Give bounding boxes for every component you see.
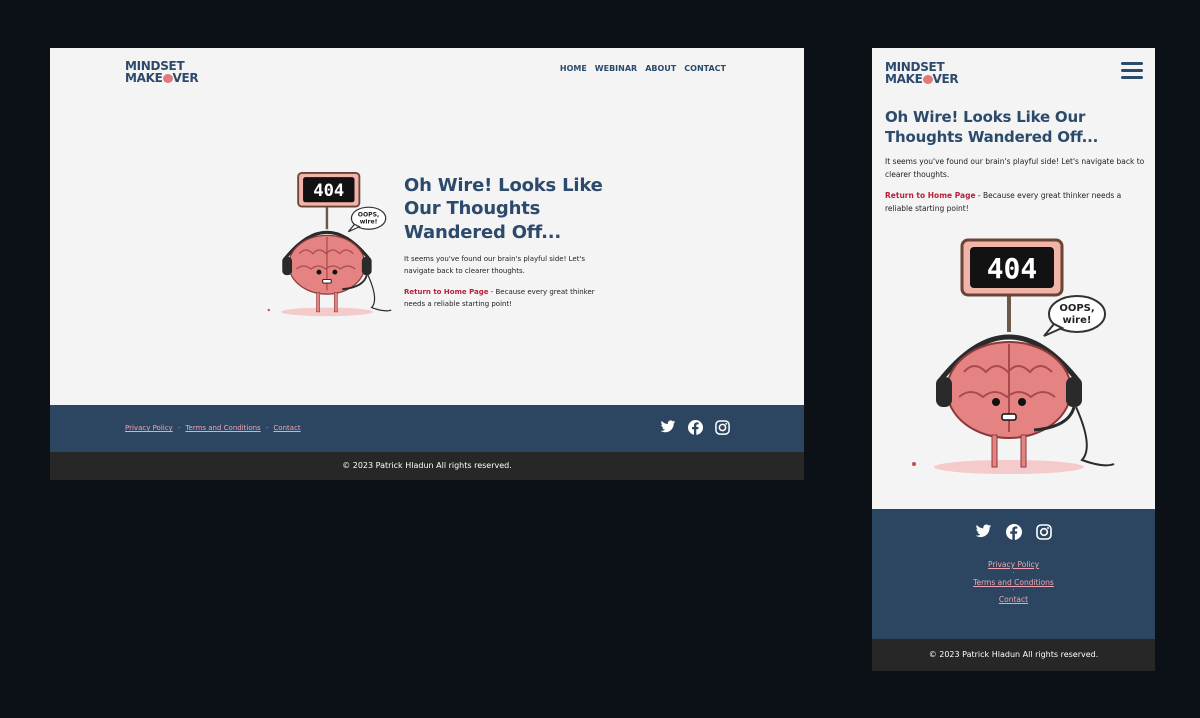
terms-link[interactable]: Terms and Conditions (872, 578, 1155, 587)
svg-text:OOPS,: OOPS, (1059, 303, 1094, 314)
nav-home[interactable]: HOME (560, 64, 587, 73)
twitter-icon[interactable] (975, 524, 992, 540)
terms-link[interactable]: Terms and Conditions (185, 424, 260, 432)
nav-about[interactable]: ABOUT (645, 64, 676, 73)
return-paragraph: Return to Home Page - Because every grea… (404, 288, 595, 308)
error-message: It seems you've found our brain's playfu… (404, 255, 586, 275)
svg-text:wire!: wire! (1063, 315, 1092, 326)
copyright-bar: © 2023 Patrick Hladun All rights reserve… (872, 639, 1155, 671)
instagram-icon[interactable] (1036, 524, 1052, 540)
footer-separator: · (177, 424, 181, 432)
site-logo[interactable]: MINDSET MAKE VER (125, 60, 199, 84)
footer-links: Privacy Policy · Terms and Conditions · … (872, 561, 1155, 604)
brain-logo-icon (162, 74, 173, 83)
svg-text:OOPS,: OOPS, (358, 211, 380, 218)
copyright-bar: © 2023 Patrick Hladun All rights reserve… (50, 452, 804, 480)
contact-link[interactable]: Contact (872, 596, 1155, 604)
error-content: Oh Wire! Looks Like Our Thoughts Wandere… (885, 108, 1147, 216)
social-links (872, 524, 1155, 540)
nav-webinar[interactable]: WEBINAR (595, 64, 637, 73)
error-title: Oh Wire! Looks Like Our Thoughts Wandere… (404, 175, 603, 243)
site-footer: Privacy Policy · Terms and Conditions · … (872, 509, 1155, 639)
site-logo[interactable]: MINDSET MAKE VER (885, 61, 959, 85)
sign-404-text: 404 (987, 252, 1038, 285)
site-footer: Privacy Policy · Terms and Conditions · … (50, 405, 804, 452)
desktop-preview: MINDSET MAKE VER HOME WEBINAR ABOUT CONTA… (50, 48, 804, 480)
instagram-icon[interactable] (715, 420, 730, 435)
footer-separator: · (265, 424, 269, 432)
privacy-policy-link[interactable]: Privacy Policy (872, 561, 1155, 569)
footer-links: Privacy Policy · Terms and Conditions · … (125, 424, 301, 432)
brain-404-illustration: 404 OOPS, wire! (904, 232, 1124, 477)
brain-404-illustration: 404 OOPS, wire! (260, 168, 400, 318)
error-message: It seems you've found our brain's playfu… (885, 157, 1145, 180)
mobile-preview: MINDSET MAKE VER Oh Wire! Looks Like Our … (872, 48, 1155, 671)
brain-logo-icon (922, 75, 933, 84)
main-nav: HOME WEBINAR ABOUT CONTACT (560, 64, 726, 73)
return-paragraph: Return to Home Page - Because every grea… (885, 191, 1122, 214)
sign-404-text: 404 (313, 181, 344, 201)
twitter-icon[interactable] (660, 420, 676, 435)
site-header: MINDSET MAKE VER HOME WEBINAR ABOUT CONTA… (50, 48, 804, 92)
hamburger-menu-icon[interactable] (1121, 62, 1143, 80)
nav-contact[interactable]: CONTACT (684, 64, 726, 73)
error-title: Oh Wire! Looks Like Our Thoughts Wandere… (885, 108, 1099, 146)
return-home-link[interactable]: Return to Home Page (404, 288, 489, 296)
error-content: Oh Wire! Looks Like Our Thoughts Wandere… (404, 174, 604, 310)
privacy-policy-link[interactable]: Privacy Policy (125, 424, 173, 432)
facebook-icon[interactable] (688, 420, 703, 435)
social-links (660, 420, 730, 435)
facebook-icon[interactable] (1006, 524, 1022, 540)
footer-separator: · (1012, 569, 1015, 577)
svg-text:wire!: wire! (360, 219, 378, 226)
return-home-link[interactable]: Return to Home Page (885, 191, 976, 200)
contact-link[interactable]: Contact (273, 424, 300, 432)
